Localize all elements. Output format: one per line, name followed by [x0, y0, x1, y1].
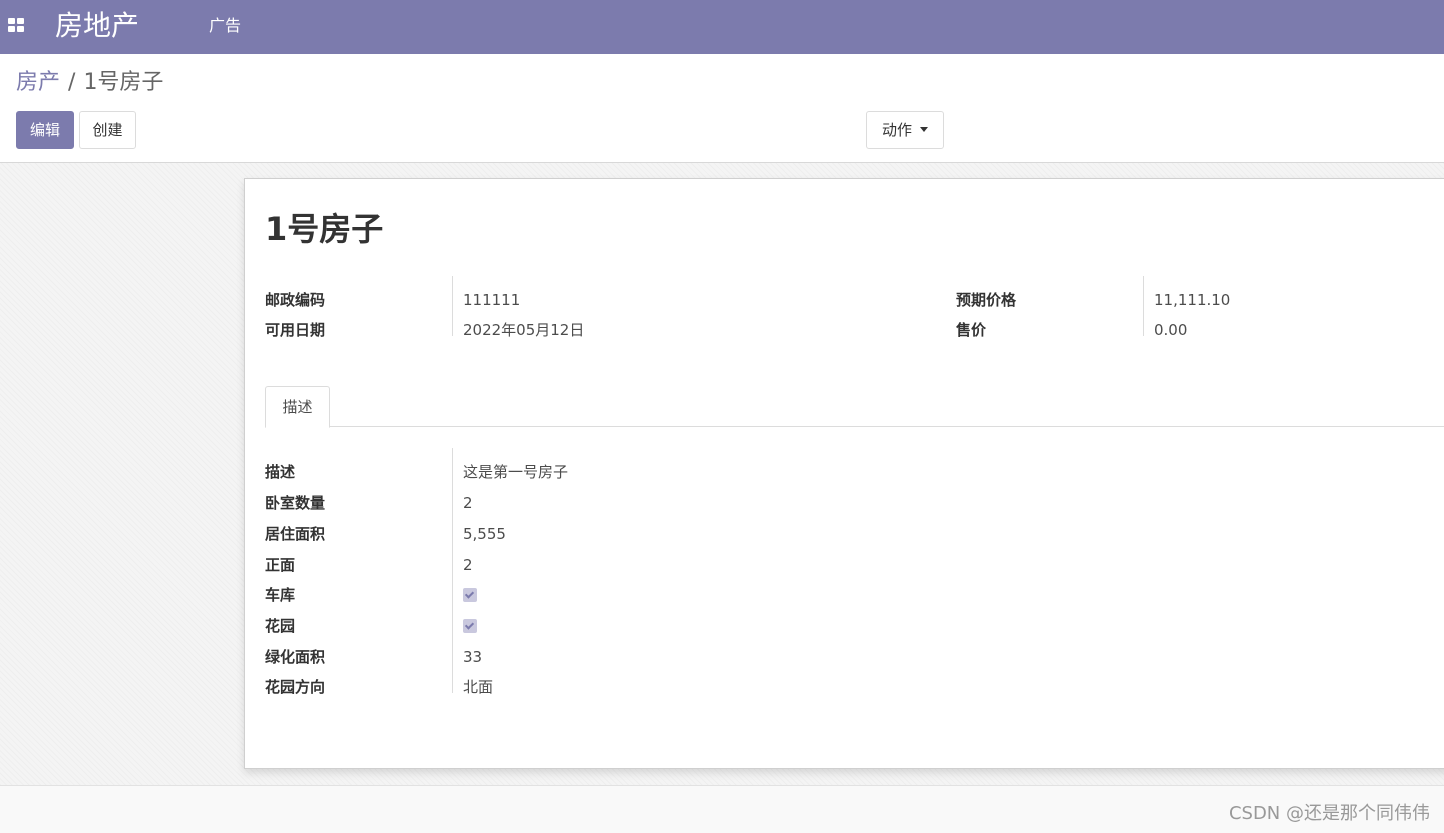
apps-menu-icon[interactable]	[8, 18, 24, 32]
breadcrumb-parent-link[interactable]: 房产	[16, 70, 60, 95]
field-label: 可用日期	[265, 321, 326, 339]
watermark-text: CSDN @还是那个同伟伟	[1228, 803, 1430, 824]
tab-description[interactable]: 描述	[265, 386, 330, 428]
breadcrumb-current: 1号房子	[83, 70, 164, 95]
field-value: 0.00	[1154, 321, 1188, 339]
field-label: 预期价格	[956, 291, 1017, 309]
field-label: 花园方向	[265, 678, 326, 696]
app-brand[interactable]: 房地产	[55, 7, 139, 45]
edit-button[interactable]: 编辑	[16, 111, 74, 149]
field-value: 2	[463, 494, 473, 512]
field-label: 居住面积	[265, 525, 326, 543]
action-label: 动作	[881, 121, 912, 139]
field-value	[463, 614, 477, 638]
control-panel: 房产 / 1号房子 编辑 创建 动作	[0, 54, 1444, 163]
field-label: 正面	[265, 556, 296, 574]
nav-menu-ads[interactable]: 广告	[209, 15, 241, 37]
field-value: 5,555	[463, 525, 506, 543]
field-value: 111111	[463, 291, 521, 309]
field-label: 绿化面积	[265, 648, 326, 666]
field-label: 花园	[265, 617, 296, 635]
record-title: 1号房子	[265, 210, 384, 248]
field-label: 售价	[956, 321, 987, 339]
create-button[interactable]: 创建	[79, 111, 136, 149]
description-field-group: 描述 这是第一号房子 卧室数量 2 居住面积 5,555 正面 2 车库 花园 …	[265, 448, 865, 705]
field-value: 这是第一号房子	[463, 463, 569, 481]
form-sheet: 1号房子 邮政编码 111111 可用日期 2022年05月12日 预期价格 1…	[244, 178, 1444, 769]
field-value: 33	[463, 648, 483, 666]
field-value: 北面	[463, 678, 494, 696]
breadcrumb: 房产 / 1号房子	[16, 68, 163, 98]
field-value	[463, 583, 477, 607]
field-label: 卧室数量	[265, 494, 326, 512]
field-label: 描述	[265, 463, 296, 481]
caret-down-icon	[920, 127, 928, 132]
breadcrumb-separator: /	[68, 70, 76, 95]
garage-checkbox[interactable]	[463, 587, 477, 602]
field-value: 2022年05月12日	[463, 321, 585, 339]
page-footer: CSDN @还是那个同伟伟	[0, 785, 1444, 833]
right-field-group: 预期价格 11,111.10 售价 0.00	[956, 276, 1436, 348]
field-label: 车库	[265, 586, 296, 604]
field-value: 2	[463, 556, 473, 574]
field-value: 11,111.10	[1154, 291, 1231, 309]
field-label: 邮政编码	[265, 291, 326, 309]
garden-checkbox[interactable]	[463, 618, 477, 633]
action-dropdown-button[interactable]: 动作	[866, 111, 944, 149]
top-navbar: 房地产 广告	[0, 0, 1444, 54]
notebook-tabs: 描述	[265, 386, 1444, 428]
left-field-group: 邮政编码 111111 可用日期 2022年05月12日	[265, 276, 865, 348]
